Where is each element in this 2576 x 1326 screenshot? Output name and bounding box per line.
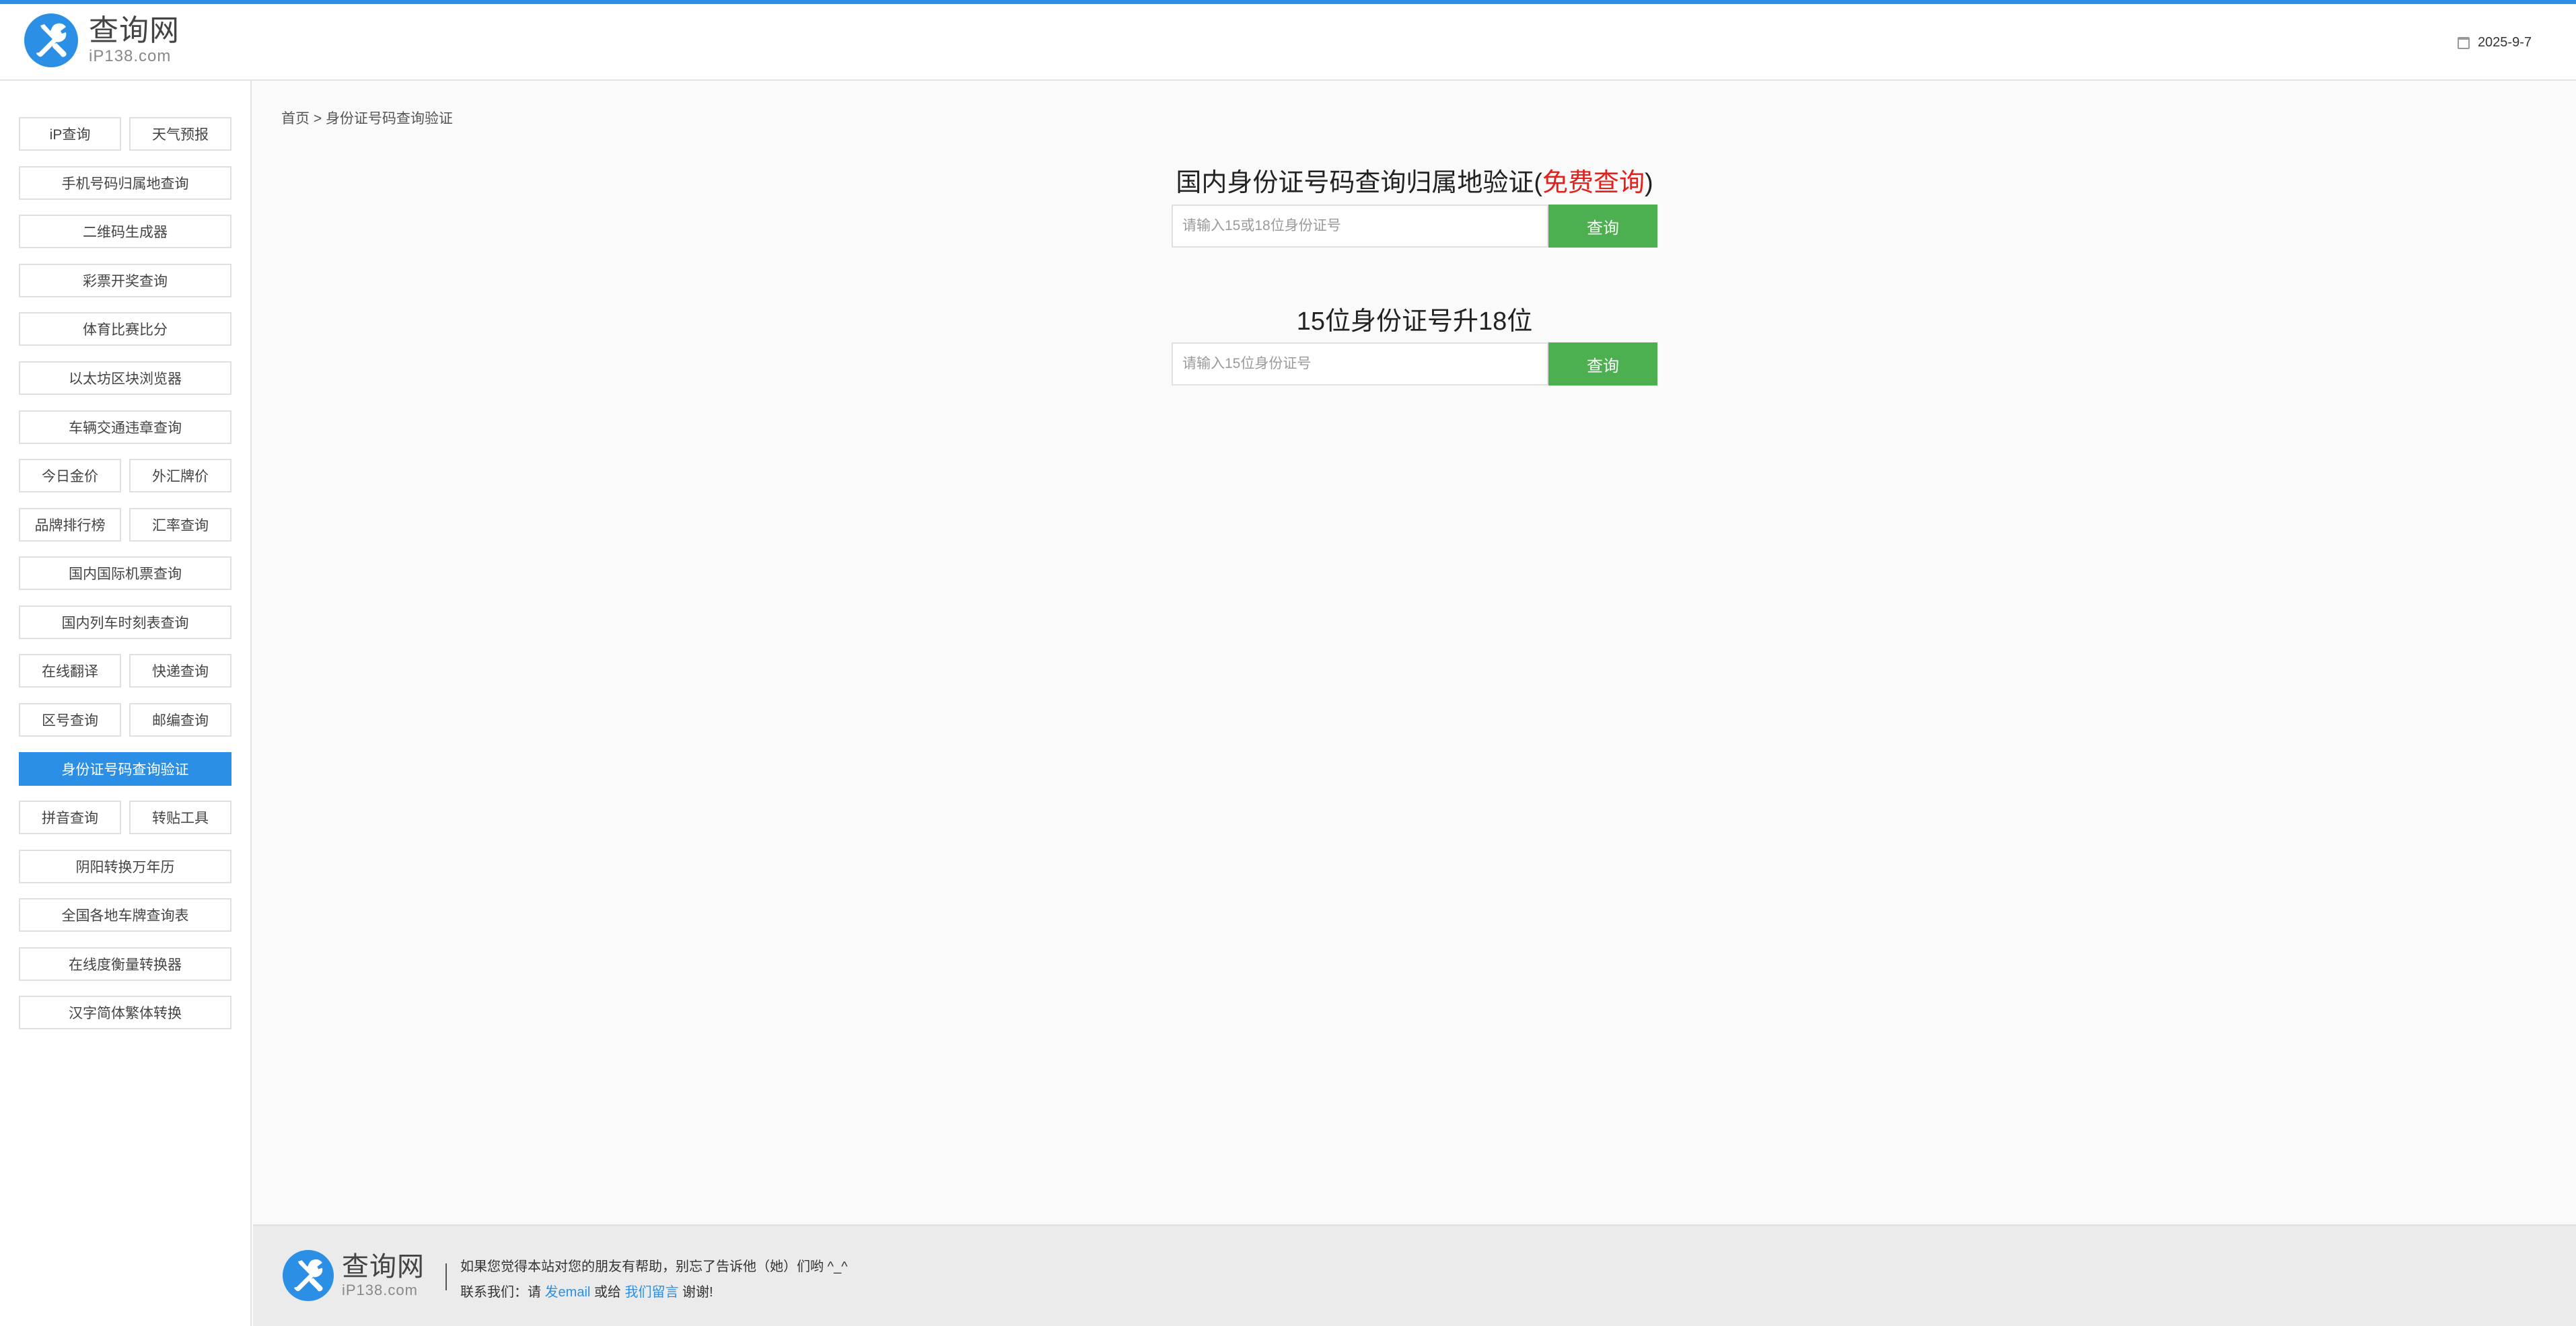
- sidebar-item-weather[interactable]: 天气预报: [129, 117, 231, 151]
- top-header: 查询网 iP138.com 2025-9-7: [0, 0, 2576, 81]
- footer-logo[interactable]: 查询网 iP138.com: [283, 1250, 425, 1301]
- sidebar-item-area-code[interactable]: 区号查询: [19, 703, 121, 737]
- breadcrumb-current: 身份证号码查询验证: [325, 111, 453, 126]
- logo-text-en: iP138.com: [89, 47, 172, 65]
- sidebar-item-forex[interactable]: 外汇牌价: [129, 459, 231, 492]
- sidebar-item-postcode[interactable]: 邮编查询: [129, 703, 231, 737]
- sidebar-item-repost-tool[interactable]: 转贴工具: [129, 801, 231, 834]
- footer-contact-or: 或给: [590, 1285, 625, 1300]
- sidebar-item-brand-ranking[interactable]: 品牌排行榜: [19, 508, 121, 542]
- sidebar-item-license-plate[interactable]: 全国各地车牌查询表: [19, 898, 231, 932]
- sidebar-item-gold-price[interactable]: 今日金价: [19, 459, 121, 492]
- site-logo[interactable]: 查询网 iP138.com: [24, 13, 180, 67]
- calendar-icon: [2457, 36, 2470, 49]
- footer-divider: [445, 1263, 447, 1290]
- footer-contact: 联系我们：请 发email 或给 我们留言 谢谢!: [460, 1281, 713, 1300]
- id-query-title-end: ): [1645, 169, 1653, 197]
- sidebar-item-calendar[interactable]: 阴阳转换万年历: [19, 850, 231, 883]
- email-link[interactable]: 发email: [545, 1285, 591, 1300]
- sidebar-item-express[interactable]: 快递查询: [129, 654, 231, 688]
- footer-thanks: 谢谢!: [678, 1285, 713, 1300]
- footer-logo-text-cn: 查询网: [342, 1252, 425, 1282]
- sidebar-item-pinyin[interactable]: 拼音查询: [19, 801, 121, 834]
- sidebar-item-phone-location[interactable]: 手机号码归属地查询: [19, 166, 231, 200]
- sidebar-item-ip-query[interactable]: iP查询: [19, 117, 121, 151]
- tools-icon: [283, 1250, 334, 1301]
- sidebar-item-sports-score[interactable]: 体育比赛比分: [19, 312, 231, 346]
- id-query-title: 国内身份证号码查询归属地验证(免费查询): [253, 161, 2576, 198]
- message-link[interactable]: 我们留言: [624, 1285, 678, 1300]
- sidebar-item-exchange-rate[interactable]: 汇率查询: [129, 508, 231, 542]
- sidebar-item-unit-converter[interactable]: 在线度衡量转换器: [19, 947, 231, 981]
- sidebar-item-lottery[interactable]: 彩票开奖查询: [19, 264, 231, 297]
- sidebar-item-traffic-violation[interactable]: 车辆交通违章查询: [19, 410, 231, 444]
- footer-message: 如果您觉得本站对您的朋友有帮助，别忘了告诉他（她）们哟 ^_^: [460, 1259, 848, 1274]
- footer-logo-text-en: iP138.com: [342, 1282, 418, 1298]
- id15-input[interactable]: [1172, 342, 1548, 385]
- current-date: 2025-9-7: [2457, 35, 2532, 50]
- footer-contact-prefix: 联系我们：请: [460, 1285, 545, 1300]
- sidebar-item-flight[interactable]: 国内国际机票查询: [19, 556, 231, 590]
- id-query-button[interactable]: 查询: [1548, 205, 1657, 248]
- id-upgrade-button[interactable]: 查询: [1548, 342, 1657, 385]
- breadcrumb-separator: >: [310, 111, 326, 126]
- sidebar-item-translate[interactable]: 在线翻译: [19, 654, 121, 688]
- id-query-title-main: 国内身份证号码查询归属地验证(: [1176, 169, 1542, 197]
- main-content: 首页 > 身份证号码查询验证 国内身份证号码查询归属地验证(免费查询) 查询 1…: [253, 81, 2576, 1224]
- sidebar-item-qrcode[interactable]: 二维码生成器: [19, 215, 231, 248]
- free-query-highlight: 免费查询: [1542, 169, 1645, 197]
- breadcrumb: 首页 > 身份证号码查询验证: [281, 108, 453, 128]
- sidebar-item-ethereum[interactable]: 以太坊区块浏览器: [19, 361, 231, 395]
- id-number-input[interactable]: [1172, 205, 1548, 248]
- footer: 查询网 iP138.com 如果您觉得本站对您的朋友有帮助，别忘了告诉他（她）们…: [253, 1224, 2576, 1326]
- sidebar-item-train[interactable]: 国内列车时刻表查询: [19, 605, 231, 639]
- breadcrumb-home[interactable]: 首页: [281, 111, 310, 126]
- id-query-form: 查询: [1172, 205, 1657, 248]
- sidebar-item-id-card[interactable]: 身份证号码查询验证: [19, 752, 231, 786]
- tools-icon: [24, 13, 78, 67]
- date-text: 2025-9-7: [2477, 35, 2532, 50]
- sidebar: iP查询 天气预报 手机号码归属地查询 二维码生成器 彩票开奖查询 体育比赛比分…: [0, 81, 252, 1326]
- logo-text-cn: 查询网: [89, 14, 180, 47]
- id-upgrade-form: 查询: [1172, 342, 1657, 385]
- sidebar-item-chinese-convert[interactable]: 汉字简体繁体转换: [19, 996, 231, 1029]
- id-upgrade-title: 15位身份证号升18位: [1296, 307, 1533, 336]
